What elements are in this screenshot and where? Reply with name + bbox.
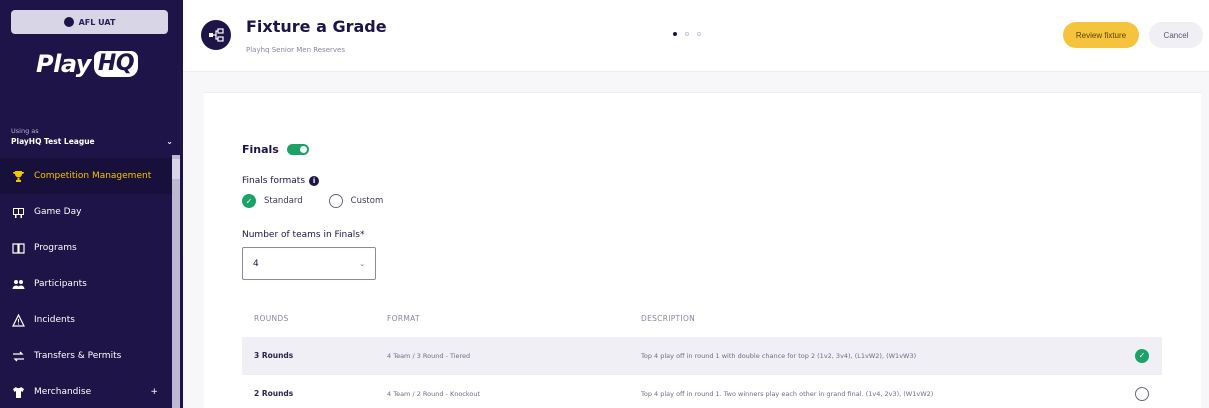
sidebar-item-label: Incidents [34, 315, 75, 325]
logo-mark: HQ [93, 51, 139, 77]
sidebar-item-competition-management[interactable]: Competition Management [0, 158, 172, 194]
description-cell: Top 4 play off in round 1 with double ch… [641, 351, 917, 360]
sidebar-item-transfers-permits[interactable]: Transfers & Permits [0, 338, 172, 374]
finals-formats-label: Finals formats i [242, 176, 320, 186]
sidebar-item-label: Transfers & Permits [34, 351, 122, 361]
warning-icon [12, 313, 25, 327]
column-header-rounds: ROUNDS [254, 313, 289, 323]
shirt-icon [12, 386, 25, 399]
sidebar-item-label: Competition Management [34, 171, 152, 181]
expand-icon[interactable]: + [150, 387, 158, 397]
teams-in-finals-value: 4 [253, 258, 259, 269]
organisation-name: PlayHQ Test League [11, 137, 95, 146]
format-cell: 4 Team / 3 Round - Tiered [387, 351, 471, 360]
book-icon [12, 242, 25, 255]
finals-label: Finals [242, 143, 279, 156]
teams-in-finals-select[interactable]: 4 ⌄ [242, 247, 376, 280]
sidebar-item-label: Merchandise [34, 387, 92, 397]
step-dot-2 [685, 32, 689, 36]
globe-icon [63, 17, 74, 27]
column-header-description: DESCRIPTION [641, 313, 696, 323]
chevron-down-icon: ⌄ [166, 137, 173, 146]
table-row[interactable]: 3 Rounds 4 Team / 3 Round - Tiered Top 4… [242, 337, 1162, 375]
scoreboard-icon [12, 206, 25, 219]
step-indicator [673, 32, 701, 36]
teams-in-finals-label: Number of teams in Finals* [242, 230, 365, 240]
sidebar-item-label: Programs [34, 243, 77, 253]
sidebar-nav: Competition Management Game Day Programs… [0, 158, 172, 408]
format-option-label: Standard [264, 196, 303, 206]
check-icon[interactable]: ✓ [242, 194, 256, 208]
people-icon [12, 278, 25, 291]
finals-card: Finals Finals formats i ✓ Standard Custo… [204, 92, 1201, 408]
radio-button[interactable] [328, 194, 343, 208]
sidebar-item-participants[interactable]: Participants [0, 266, 172, 302]
trophy-icon [12, 170, 25, 183]
sidebar-item-game-day[interactable]: Game Day [0, 194, 172, 230]
finals-row: Finals [242, 143, 309, 156]
transfer-icon [12, 350, 25, 363]
sidebar-item-incidents[interactable]: Incidents [0, 302, 172, 338]
cancel-button[interactable]: Cancel [1149, 22, 1203, 48]
page-subtitle: Playhq Senior Men Reserves [246, 46, 346, 54]
review-fixture-button[interactable]: Review fixture [1063, 22, 1139, 48]
page-header: Fixture a Grade Playhq Senior Men Reserv… [183, 0, 1209, 72]
radio-button[interactable] [1135, 386, 1149, 401]
fixture-icon [201, 20, 231, 50]
environment-label: AFL UAT [78, 17, 116, 27]
step-dot-1 [673, 32, 677, 36]
table-header: ROUNDS FORMAT DESCRIPTION [242, 299, 1162, 337]
step-dot-3 [697, 32, 701, 36]
sidebar-item-label: Participants [34, 279, 87, 289]
page-title: Fixture a Grade [246, 17, 387, 36]
using-as-label: Using as [11, 127, 39, 135]
format-option-label: Custom [350, 196, 384, 206]
finals-format-options: ✓ Standard Custom [242, 194, 401, 208]
chevron-down-icon: ⌄ [359, 259, 365, 268]
environment-badge: AFL UAT [11, 10, 168, 34]
logo-text: Play [36, 50, 91, 78]
main-content: Finals Finals formats i ✓ Standard Custo… [183, 72, 1209, 408]
format-option-standard[interactable]: ✓ Standard [242, 194, 303, 208]
rounds-cell: 3 Rounds [254, 351, 294, 360]
playhq-logo[interactable]: Play HQ [36, 50, 139, 78]
sidebar-scrollbar[interactable] [172, 155, 180, 408]
scrollbar-thumb[interactable] [172, 159, 180, 179]
check-icon[interactable]: ✓ [1135, 348, 1149, 363]
info-icon[interactable]: i [309, 176, 320, 186]
sidebar-item-merchandise[interactable]: Merchandise + [0, 374, 172, 408]
finals-formats-text: Finals formats [242, 176, 306, 186]
column-header-format: FORMAT [387, 313, 420, 323]
description-cell: Top 4 play off in round 1. Two winners p… [641, 389, 934, 398]
format-cell: 4 Team / 2 Round - Knockout [387, 389, 481, 398]
sidebar-item-label: Game Day [34, 207, 82, 217]
table-row[interactable]: 2 Rounds 4 Team / 2 Round - Knockout Top… [242, 375, 1162, 408]
format-option-custom[interactable]: Custom [328, 194, 384, 208]
organisation-selector[interactable]: PlayHQ Test League ⌄ [11, 137, 173, 146]
select-cell[interactable] [1122, 386, 1162, 401]
sidebar-item-programs[interactable]: Programs [0, 230, 172, 266]
finals-toggle[interactable] [286, 144, 309, 155]
finals-rounds-table: ROUNDS FORMAT DESCRIPTION 3 Rounds 4 Tea… [242, 299, 1162, 408]
rounds-cell: 2 Rounds [254, 389, 294, 398]
sidebar: AFL UAT Play HQ Using as PlayHQ Test Lea… [0, 0, 183, 408]
select-cell[interactable]: ✓ [1122, 348, 1162, 363]
app-root: AFL UAT Play HQ Using as PlayHQ Test Lea… [0, 0, 1209, 408]
